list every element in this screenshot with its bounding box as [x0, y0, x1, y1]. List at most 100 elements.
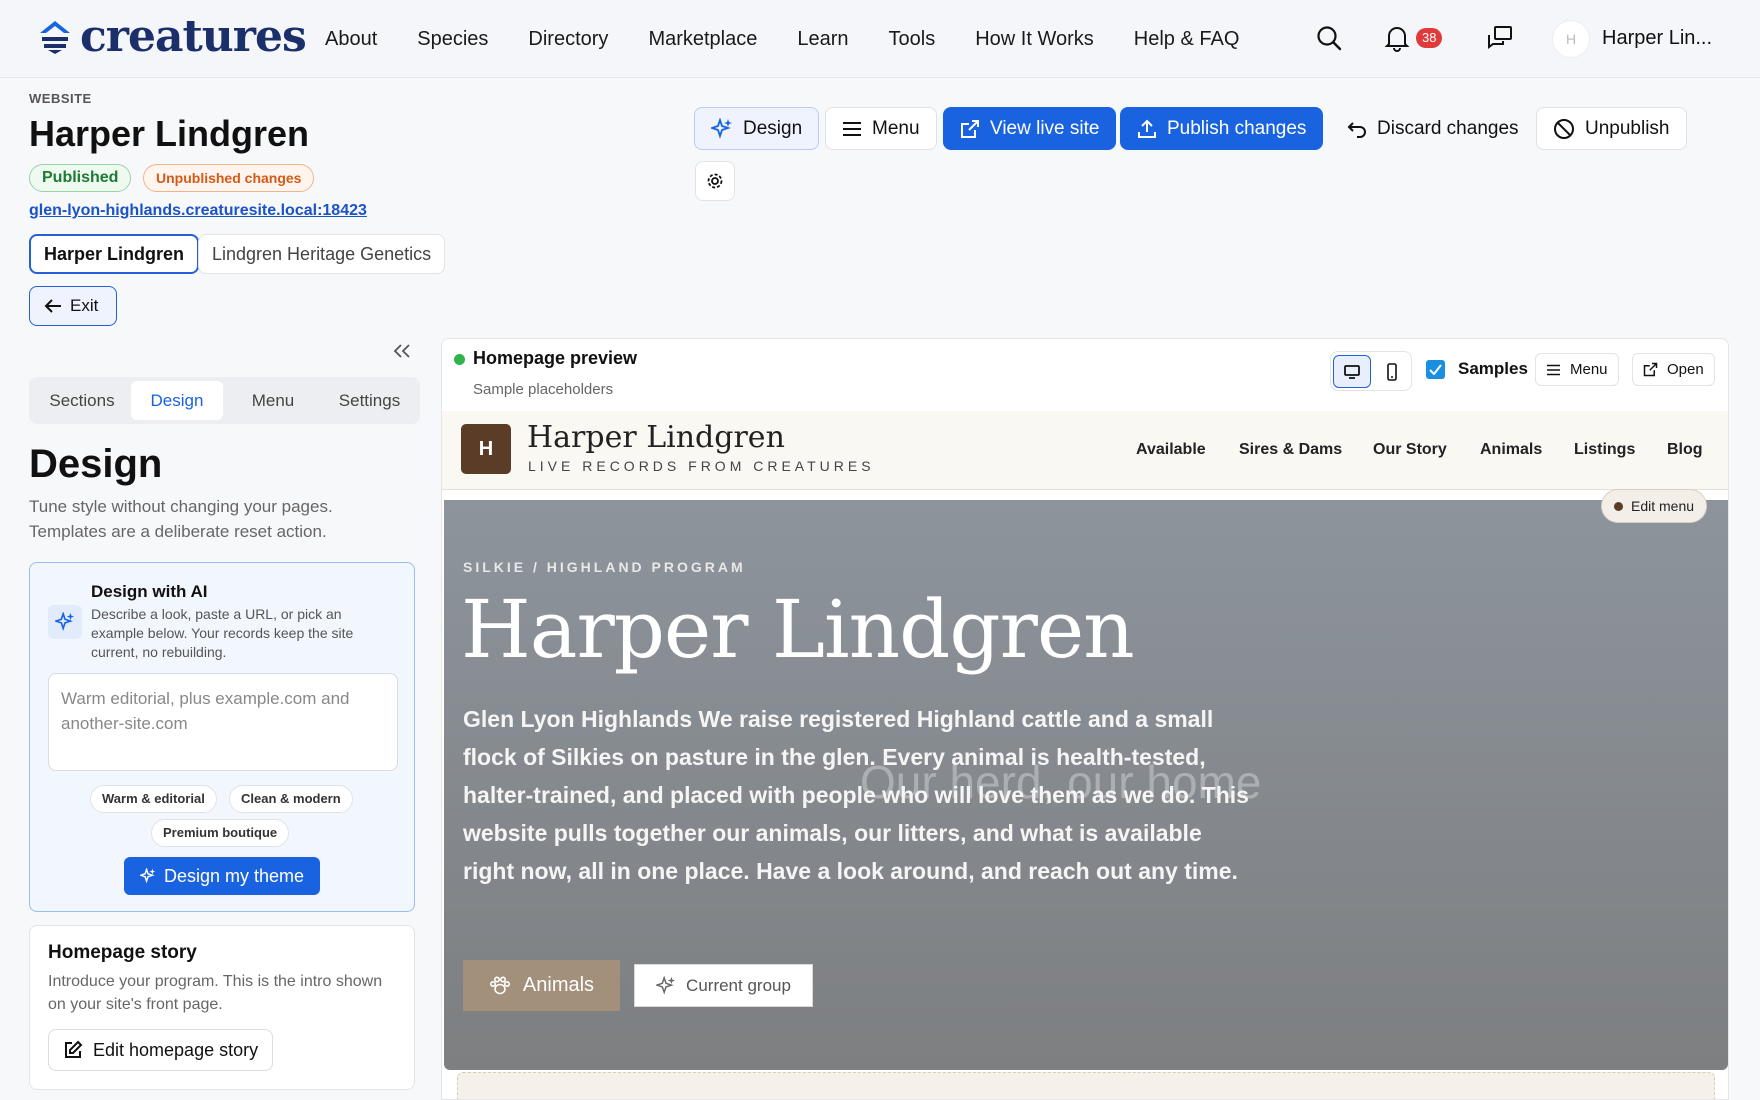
- design-my-theme-label: Design my theme: [164, 865, 305, 886]
- external-link-icon: [1643, 362, 1658, 377]
- site-url-link[interactable]: glen-lyon-highlands.creaturesite.local:1…: [29, 202, 367, 220]
- design-my-theme-button[interactable]: Design my theme: [124, 857, 321, 895]
- search-icon[interactable]: [1315, 24, 1343, 52]
- ai-prompt-input[interactable]: Warm editorial, plus example.com and ano…: [48, 673, 398, 771]
- creatures-logo-icon: [40, 21, 70, 54]
- hamburger-icon: [843, 121, 861, 136]
- exit-button[interactable]: Exit: [29, 286, 117, 326]
- nav-link-how-it-works[interactable]: How It Works: [975, 26, 1094, 52]
- hero-current-group-button[interactable]: Current group: [634, 964, 813, 1007]
- status-badge-unpublished: Unpublished changes: [143, 164, 315, 192]
- paw-icon: [489, 975, 510, 994]
- edit-homepage-story-label: Edit homepage story: [93, 1039, 259, 1060]
- nav-link-species[interactable]: Species: [417, 26, 488, 52]
- nav-link-directory[interactable]: Directory: [528, 26, 608, 52]
- preview-open-label: Open: [1667, 361, 1704, 378]
- nav-link-learn[interactable]: Learn: [797, 26, 848, 52]
- upload-icon: [1138, 119, 1156, 138]
- publish-changes-label: Publish changes: [1167, 117, 1307, 139]
- sparkle-icon: [55, 612, 75, 631]
- ai-card-title: Design with AI: [91, 582, 208, 601]
- mobile-view-button[interactable]: [1373, 355, 1411, 388]
- page-eyebrow: WEBSITE: [29, 91, 92, 106]
- exit-label: Exit: [70, 296, 99, 315]
- main-nav: About Species Directory Marketplace Lear…: [325, 26, 1279, 52]
- unpublish-button[interactable]: Unpublish: [1536, 107, 1687, 150]
- settings-gear-button[interactable]: [695, 161, 735, 201]
- preview-next-section: [457, 1072, 1715, 1099]
- edit-menu-label: Edit menu: [1631, 498, 1695, 514]
- chip-warm-editorial[interactable]: Warm & editorial: [90, 785, 217, 813]
- hero-current-group-label: Current group: [686, 975, 791, 995]
- tab-menu[interactable]: Menu: [223, 381, 323, 420]
- preview-nav-animals[interactable]: Animals: [1480, 441, 1542, 459]
- unpublish-label: Unpublish: [1585, 117, 1670, 139]
- bell-icon[interactable]: [1384, 24, 1410, 52]
- hero-animals-button[interactable]: Animals: [463, 960, 620, 1011]
- sparkle-icon: [140, 868, 156, 884]
- samples-checkbox[interactable]: [1426, 360, 1445, 379]
- preview-nav-listings[interactable]: Listings: [1574, 441, 1635, 459]
- top-navigation: creatures About Species Directory Market…: [0, 0, 1760, 78]
- tab-settings[interactable]: Settings: [323, 381, 416, 420]
- undo-icon: [1347, 121, 1366, 138]
- design-with-ai-card: Design with AI Describe a look, paste a …: [29, 562, 415, 912]
- design-button[interactable]: Design: [694, 107, 820, 150]
- nav-link-tools[interactable]: Tools: [889, 26, 936, 52]
- panel-tabs: Sections Design Menu Settings: [29, 377, 420, 424]
- preview-nav-available[interactable]: Available: [1136, 441, 1206, 459]
- edit-homepage-story-button[interactable]: Edit homepage story: [48, 1029, 274, 1071]
- nav-link-about[interactable]: About: [325, 26, 377, 52]
- hamburger-icon: [1547, 364, 1560, 375]
- sparkle-icon: [656, 975, 676, 995]
- discard-changes-label: Discard changes: [1377, 117, 1519, 139]
- hero-body: Glen Lyon Highlands We raise registered …: [463, 706, 1249, 884]
- desktop-view-button[interactable]: [1333, 355, 1371, 388]
- view-live-site-label: View live site: [990, 117, 1100, 139]
- preview-nav-blog[interactable]: Blog: [1667, 441, 1703, 459]
- site-tab-harper-lindgren[interactable]: Harper Lindgren: [29, 234, 200, 274]
- edit-menu-dot: [1614, 501, 1623, 511]
- edit-icon: [65, 1040, 83, 1058]
- external-link-icon: [961, 119, 979, 138]
- site-tab-lindgren-heritage[interactable]: Lindgren Heritage Genetics: [198, 234, 446, 274]
- gear-icon: [707, 173, 723, 189]
- sparkle-icon: [711, 117, 732, 139]
- ai-card-description: Describe a look, paste a URL, or pick an…: [91, 606, 354, 660]
- avatar[interactable]: H: [1552, 20, 1590, 58]
- preview-nav-sires-dams[interactable]: Sires & Dams: [1239, 441, 1342, 459]
- view-live-site-button[interactable]: View live site: [943, 107, 1117, 150]
- preview-menu-button[interactable]: Menu: [1535, 353, 1619, 386]
- nav-link-help-faq[interactable]: Help & FAQ: [1134, 26, 1240, 52]
- preview-nav-our-story[interactable]: Our Story: [1373, 441, 1447, 459]
- homepage-story-card: Homepage story Introduce your program. T…: [29, 925, 415, 1090]
- brand-logo[interactable]: creatures: [38, 12, 307, 62]
- edit-menu-button[interactable]: Edit menu: [1601, 489, 1708, 523]
- discard-changes-button[interactable]: Discard changes: [1331, 107, 1535, 150]
- hero-animals-label: Animals: [522, 974, 595, 996]
- preview-site-name[interactable]: Harper Lindgren: [527, 420, 785, 455]
- messages-icon[interactable]: [1486, 24, 1514, 52]
- user-name[interactable]: Harper Lin...: [1602, 27, 1712, 50]
- preview-site-logo[interactable]: H: [461, 424, 511, 474]
- check-icon: [1429, 364, 1442, 375]
- menu-button[interactable]: Menu: [825, 107, 937, 150]
- tab-design[interactable]: Design: [131, 381, 223, 420]
- collapse-panel-icon[interactable]: [393, 343, 411, 359]
- chip-premium-boutique[interactable]: Premium boutique: [151, 819, 290, 847]
- tab-sections[interactable]: Sections: [33, 381, 131, 420]
- publish-changes-button[interactable]: Publish changes: [1120, 107, 1324, 150]
- homepage-preview: Homepage preview Sample placeholders Sam…: [441, 338, 1729, 1100]
- preview-hero: SILKIE / HIGHLAND PROGRAM Harper Lindgre…: [444, 500, 1728, 1070]
- preview-open-button[interactable]: Open: [1632, 353, 1715, 386]
- samples-label: Samples: [1458, 359, 1528, 378]
- nav-link-marketplace[interactable]: Marketplace: [648, 26, 757, 52]
- preview-site-tagline: LIVE RECORDS FROM CREATURES: [528, 458, 875, 474]
- panel-title: Design: [29, 442, 163, 486]
- preview-status-dot: [454, 354, 465, 365]
- preview-subtitle: Sample placeholders: [473, 381, 614, 398]
- chip-clean-modern[interactable]: Clean & modern: [229, 785, 353, 813]
- preview-title: Homepage preview: [473, 348, 638, 368]
- panel-description: Tune style without changing your pages. …: [29, 497, 333, 541]
- mobile-icon: [1387, 362, 1397, 381]
